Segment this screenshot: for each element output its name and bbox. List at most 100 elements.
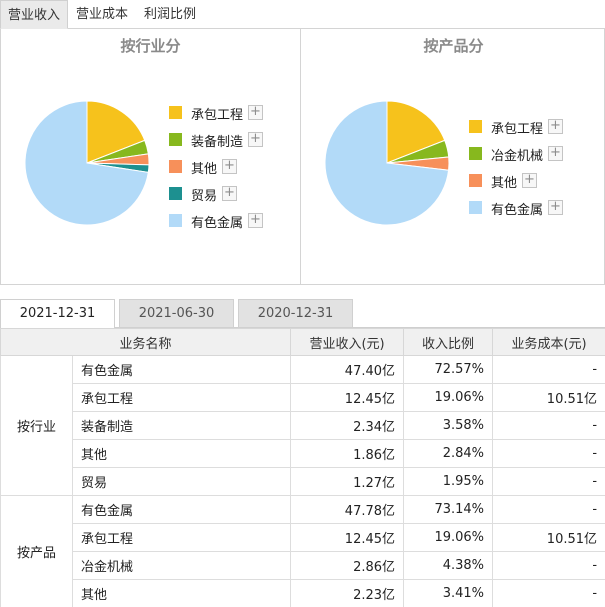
- cell-cost: -: [492, 411, 605, 440]
- legend-swatch: [469, 120, 482, 133]
- header-business-name: 业务名称: [0, 328, 292, 356]
- legend-label: 承包工程: [191, 108, 244, 123]
- table-row: 冶金机械 2.86亿 4.38% -: [1, 551, 605, 580]
- cell-revenue: 47.40亿: [290, 355, 405, 384]
- product-chart-title: 按产品分: [423, 37, 484, 55]
- expand-plus-icon[interactable]: +: [548, 119, 563, 134]
- tab-cost[interactable]: 营业成本: [68, 0, 136, 29]
- legend-item[interactable]: 承包工程 +: [169, 105, 289, 123]
- cell-cost: -: [492, 551, 605, 580]
- legend-label: 装备制造: [191, 135, 244, 150]
- report-date-tabs: 2021-12-31 2021-06-30 2020-12-31: [0, 299, 605, 329]
- legend-swatch: [169, 160, 182, 173]
- date-tab-2021-12-31[interactable]: 2021-12-31: [0, 299, 115, 329]
- legend-label: 冶金机械: [491, 149, 544, 164]
- revenue-type-tabs: 营业收入 营业成本 利润比例: [0, 0, 605, 29]
- legend-label: 其他: [491, 176, 518, 191]
- industry-chart-panel: 按行业分 承包工程 + 装备制造 + 其他 + 贸易 + 有色金属 +: [1, 29, 301, 284]
- legend-item[interactable]: 装备制造 +: [169, 132, 289, 150]
- legend-swatch: [169, 106, 182, 119]
- pie-chart-panels: 按行业分 承包工程 + 装备制造 + 其他 + 贸易 + 有色金属 + 按产品分 承包工程 + 冶金机…: [0, 29, 605, 285]
- cell-ratio: 1.95%: [403, 467, 494, 496]
- legend-label: 其他: [191, 162, 218, 177]
- cell-name: 有色金属: [71, 495, 292, 524]
- cell-revenue: 2.86亿: [290, 551, 405, 580]
- table-row: 按产品 有色金属 47.78亿 73.14% -: [0, 495, 605, 607]
- legend-swatch: [469, 147, 482, 160]
- cell-ratio: 73.14%: [403, 495, 494, 524]
- legend-swatch: [169, 214, 182, 227]
- cell-revenue: 47.78亿: [290, 495, 405, 524]
- legend-label: 有色金属: [191, 216, 244, 231]
- cell-name: 承包工程: [71, 383, 292, 412]
- table-row: 其他 2.23亿 3.41% -: [1, 579, 605, 607]
- legend-label: 有色金属: [491, 203, 544, 218]
- cell-ratio: 4.38%: [403, 551, 494, 580]
- cell-cost: -: [492, 579, 605, 607]
- legend-label: 承包工程: [491, 122, 544, 137]
- expand-plus-icon[interactable]: +: [248, 213, 263, 228]
- cell-revenue: 1.86亿: [290, 439, 405, 468]
- legend-swatch: [469, 174, 482, 187]
- expand-plus-icon[interactable]: +: [248, 132, 263, 147]
- group-label-industry: 按行业: [0, 355, 73, 496]
- legend-item[interactable]: 其他 +: [469, 173, 589, 191]
- industry-chart-title: 按行业分: [120, 37, 181, 55]
- expand-plus-icon[interactable]: +: [248, 105, 263, 120]
- cell-name: 有色金属: [71, 355, 292, 384]
- legend-label: 贸易: [191, 189, 218, 204]
- table-row: 装备制造 2.34亿 3.58% -: [1, 411, 605, 440]
- cell-revenue: 12.45亿: [290, 523, 405, 552]
- legend-swatch: [169, 133, 182, 146]
- cell-ratio: 3.41%: [403, 579, 494, 607]
- table-row: 承包工程 12.45亿 19.06% 10.51亿: [1, 523, 605, 552]
- cell-name: 贸易: [71, 467, 292, 496]
- table-row: 贸易 1.27亿 1.95% -: [1, 467, 605, 496]
- tab-revenue[interactable]: 营业收入: [0, 0, 68, 29]
- expand-plus-icon[interactable]: +: [548, 146, 563, 161]
- cell-revenue: 2.34亿: [290, 411, 405, 440]
- cell-cost: -: [492, 495, 605, 524]
- expand-plus-icon[interactable]: +: [222, 159, 237, 174]
- cell-cost: -: [492, 439, 605, 468]
- header-revenue-ratio: 收入比例: [403, 328, 494, 356]
- expand-plus-icon[interactable]: +: [222, 186, 237, 201]
- cell-name: 装备制造: [71, 411, 292, 440]
- legend-item[interactable]: 冶金机械 +: [469, 146, 589, 164]
- cell-revenue: 1.27亿: [290, 467, 405, 496]
- cell-name: 其他: [71, 579, 292, 607]
- industry-pie-chart: [24, 100, 150, 226]
- product-pie-chart: [324, 100, 450, 226]
- expand-plus-icon[interactable]: +: [548, 200, 563, 215]
- revenue-table: 业务名称 营业收入(元) 收入比例 业务成本(元) 按行业 有色金属 47.40…: [0, 328, 605, 607]
- group-label-product: 按产品: [0, 495, 73, 607]
- legend-item[interactable]: 贸易 +: [169, 186, 289, 204]
- legend-item[interactable]: 有色金属 +: [469, 200, 589, 218]
- table-row: 按行业 有色金属 47.40亿 72.57% -: [0, 355, 605, 496]
- date-tab-2021-06-30[interactable]: 2021-06-30: [119, 299, 234, 328]
- legend-swatch: [169, 187, 182, 200]
- cell-name: 冶金机械: [71, 551, 292, 580]
- date-tab-2020-12-31[interactable]: 2020-12-31: [238, 299, 353, 328]
- cell-name: 其他: [71, 439, 292, 468]
- cell-cost: 10.51亿: [492, 383, 605, 412]
- product-legend: 承包工程 + 冶金机械 + 其他 + 有色金属 +: [469, 119, 589, 239]
- tab-profit-ratio[interactable]: 利润比例: [136, 0, 204, 29]
- legend-item[interactable]: 承包工程 +: [469, 119, 589, 137]
- legend-item[interactable]: 其他 +: [169, 159, 289, 177]
- table-row: 承包工程 12.45亿 19.06% 10.51亿: [1, 383, 605, 412]
- table-row: 其他 1.86亿 2.84% -: [1, 439, 605, 468]
- expand-plus-icon[interactable]: +: [522, 173, 537, 188]
- cell-cost: -: [492, 355, 605, 384]
- product-chart-panel: 按产品分 承包工程 + 冶金机械 + 其他 + 有色金属 +: [302, 29, 605, 284]
- cell-ratio: 2.84%: [403, 439, 494, 468]
- cell-revenue: 2.23亿: [290, 579, 405, 607]
- legend-item[interactable]: 有色金属 +: [169, 213, 289, 231]
- cell-ratio: 19.06%: [403, 383, 494, 412]
- cell-ratio: 3.58%: [403, 411, 494, 440]
- header-revenue: 营业收入(元): [290, 328, 405, 356]
- cell-cost: 10.51亿: [492, 523, 605, 552]
- legend-swatch: [469, 201, 482, 214]
- industry-legend: 承包工程 + 装备制造 + 其他 + 贸易 + 有色金属 +: [169, 105, 289, 245]
- table-header-row: 业务名称 营业收入(元) 收入比例 业务成本(元): [0, 328, 605, 356]
